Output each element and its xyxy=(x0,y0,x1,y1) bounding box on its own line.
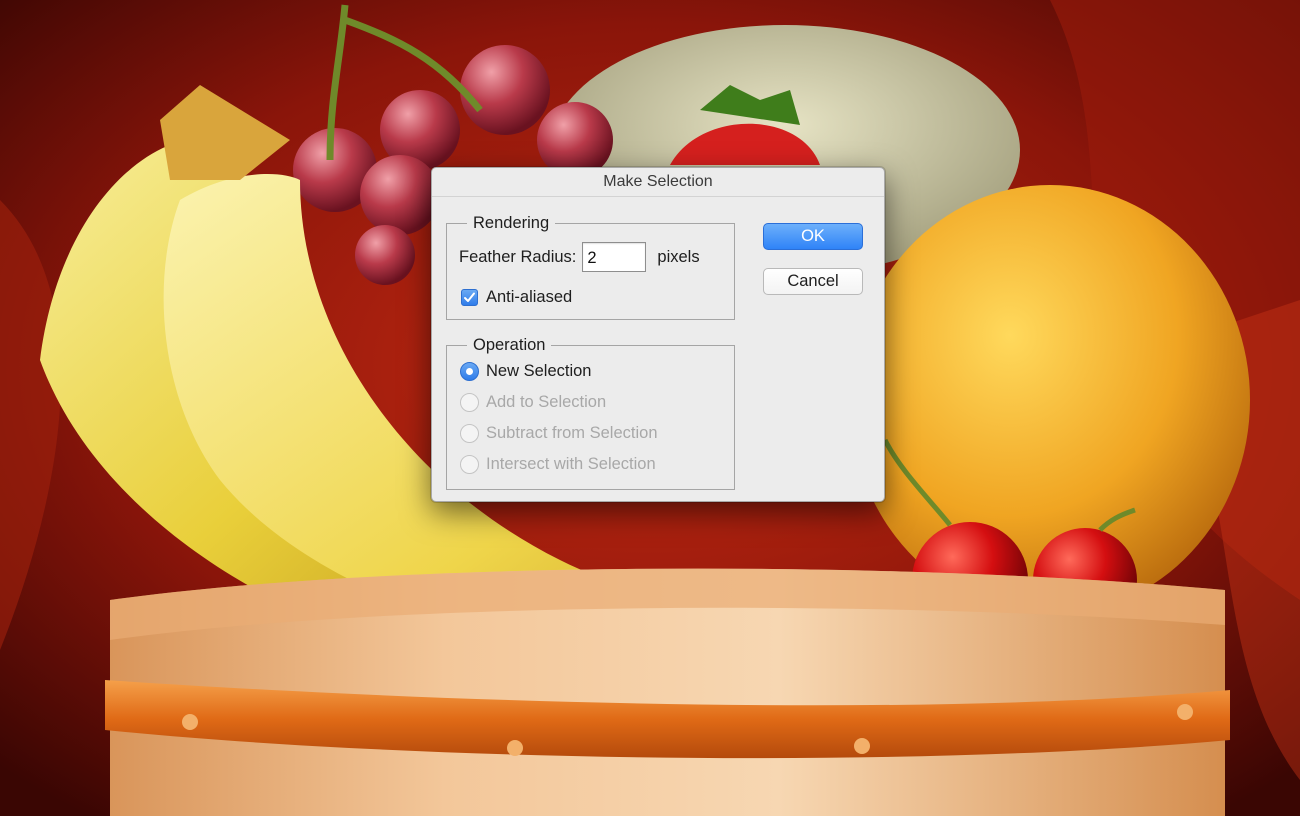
anti-aliased-checkbox[interactable] xyxy=(461,289,478,306)
feather-radius-input[interactable] xyxy=(582,242,647,272)
radio-unselected-icon xyxy=(460,455,479,474)
rendering-group: Rendering Feather Radius: pixels Anti-al… xyxy=(446,213,735,320)
radio-label: New Selection xyxy=(486,362,592,380)
radio-unselected-icon xyxy=(460,424,479,443)
radio-label: Subtract from Selection xyxy=(486,424,658,442)
radio-intersect-with-selection: Intersect with Selection xyxy=(460,455,656,474)
radio-label: Add to Selection xyxy=(486,393,607,411)
make-selection-dialog: Make Selection Rendering Feather Radius:… xyxy=(431,167,885,502)
feather-unit-label: pixels xyxy=(657,247,700,266)
radio-add-to-selection: Add to Selection xyxy=(460,393,606,412)
anti-aliased-row[interactable]: Anti-aliased xyxy=(461,288,572,307)
radio-subtract-from-selection: Subtract from Selection xyxy=(460,424,658,443)
cancel-button[interactable]: Cancel xyxy=(763,268,863,295)
radio-selected-icon[interactable] xyxy=(460,362,479,381)
checkmark-icon xyxy=(464,292,475,302)
ok-button[interactable]: OK xyxy=(763,223,863,250)
feather-radius-label: Feather Radius: xyxy=(459,247,577,266)
dialog-title: Make Selection xyxy=(432,168,884,197)
radio-new-selection[interactable]: New Selection xyxy=(460,362,591,381)
operation-group: Operation New Selection Add to Selection… xyxy=(446,335,735,490)
radio-label: Intersect with Selection xyxy=(486,455,656,473)
rendering-legend: Rendering xyxy=(467,213,556,233)
feather-radius-row: Feather Radius: pixels xyxy=(459,242,700,272)
radio-unselected-icon xyxy=(460,393,479,412)
operation-legend: Operation xyxy=(467,335,552,355)
anti-aliased-label: Anti-aliased xyxy=(486,288,573,306)
